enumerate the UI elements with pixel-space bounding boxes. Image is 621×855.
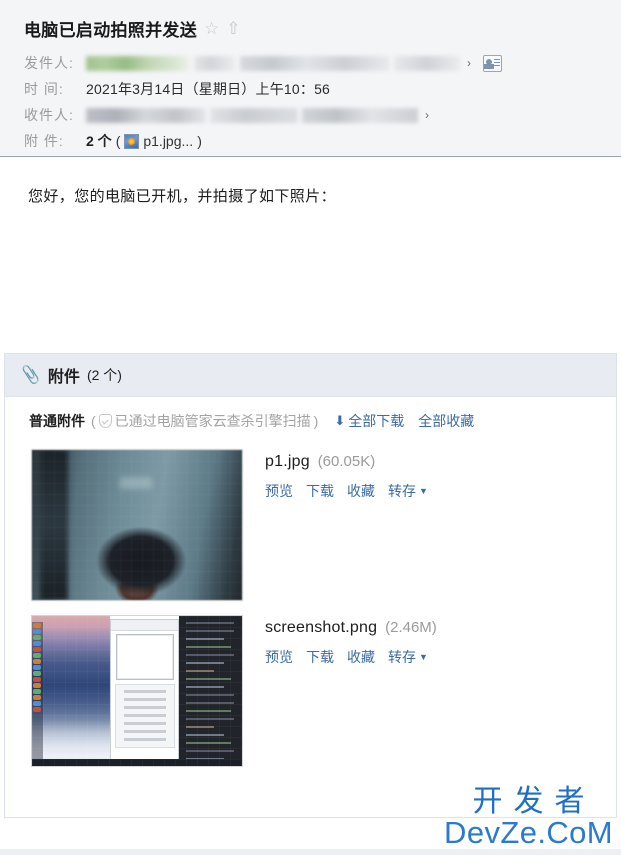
paren-open: (	[115, 133, 121, 149]
scan-paren-close: )	[313, 413, 319, 429]
attachment-group-label: 普通附件	[29, 413, 85, 429]
sender-expand-icon[interactable]: ›	[467, 56, 471, 70]
time-value: 2021年3月14日（星期日）上午10：56	[86, 81, 331, 97]
download-arrow-icon: ⬇	[334, 413, 346, 428]
attachment-thumbnail-screenshot[interactable]	[31, 615, 243, 767]
download-button[interactable]: 下载	[306, 647, 334, 667]
shield-icon	[98, 414, 112, 428]
paperclip-icon: 📎	[19, 365, 42, 386]
attachment-meta: screenshot.png (2.46M) 预览 下载 收藏 转存 ▼	[265, 615, 437, 767]
attachment-label: 附 件:	[24, 133, 64, 149]
attachments-panel-title: 附件	[47, 369, 80, 386]
thumbnail-taskbar	[32, 758, 242, 766]
preview-button[interactable]: 预览	[265, 481, 293, 501]
bottom-strip	[0, 849, 621, 855]
scan-note: ( 已通过电脑管家云查杀引擎扫描 )	[91, 411, 318, 431]
attachment-filesize: (60.05K)	[317, 453, 376, 470]
save-to-button[interactable]: 转存	[388, 481, 416, 501]
redacted-recipient-two	[210, 107, 298, 123]
recipient-value[interactable]: ›	[86, 107, 429, 123]
favorite-button[interactable]: 收藏	[347, 481, 375, 501]
subject-row: 电脑已启动拍照并发送 ☆ ⇧	[24, 16, 621, 41]
page-title: 电脑已启动拍照并发送	[24, 21, 197, 40]
redacted-recipient-three	[302, 107, 418, 123]
caret-down-icon[interactable]: ▼	[419, 486, 428, 496]
thumbnail-dock	[32, 622, 43, 760]
mail-body: 您好，您的电脑已开机，并拍摄了如下照片：	[0, 157, 621, 353]
attachment-thumbnail-photo[interactable]	[31, 449, 243, 601]
download-all-button[interactable]: 全部下载	[348, 411, 404, 431]
attachments-subbar: 普通附件 ( 已通过电脑管家云查杀引擎扫描 ) ⬇ 全部下载 全部收藏	[5, 397, 616, 441]
attachment-filename-row: p1.jpg (60.05K)	[265, 453, 428, 471]
bulk-actions: ⬇ 全部下载 全部收藏	[334, 411, 474, 431]
caret-down-icon[interactable]: ▼	[419, 652, 428, 662]
thumbnail-terminal	[179, 616, 242, 766]
time-label: 时 间:	[24, 81, 64, 97]
attachment-filename: p1.jpg	[265, 453, 310, 470]
attachment-summary-row: 附 件: 2 个 ( p1.jpg... )	[24, 128, 621, 154]
image-file-icon	[124, 133, 140, 149]
redacted-sender-name	[86, 55, 190, 71]
redacted-sender-part	[194, 55, 236, 71]
download-button[interactable]: 下载	[306, 481, 334, 501]
preview-button[interactable]: 预览	[265, 647, 293, 667]
scan-paren-open: (	[91, 413, 96, 429]
favorite-button[interactable]: 收藏	[347, 647, 375, 667]
attachment-summary-value: 2 个 ( p1.jpg... )	[86, 131, 202, 151]
attachment-meta: p1.jpg (60.05K) 预览 下载 收藏 转存 ▼	[265, 449, 428, 601]
star-icon[interactable]: ☆	[204, 20, 219, 37]
watermark-en: DevZe.CoM	[444, 815, 613, 851]
contact-card-icon[interactable]	[483, 54, 502, 72]
mail-header: 电脑已启动拍照并发送 ☆ ⇧ 发件人: › 时 间: 2021年3月14日（星期…	[0, 0, 621, 157]
time-row: 时 间: 2021年3月14日（星期日）上午10：56	[24, 76, 621, 102]
recipient-row: 收件人: ›	[24, 102, 621, 128]
recipient-expand-icon[interactable]: ›	[425, 108, 429, 122]
redacted-recipient-one	[86, 107, 206, 123]
attachment-item: screenshot.png (2.46M) 预览 下载 收藏 转存 ▼	[5, 601, 616, 767]
attachment-first-file[interactable]: p1.jpg...	[143, 133, 193, 149]
thumbnail-app-window	[109, 619, 179, 762]
attachments-panel: 📎 附件 (2 个) 普通附件 ( 已通过电脑管家云查杀引擎扫描 ) ⬇ 全部下…	[4, 353, 617, 818]
thumbnail-wallpaper	[32, 616, 110, 766]
recipient-label: 收件人:	[24, 107, 74, 123]
attachment-filesize: (2.46M)	[385, 619, 437, 636]
attachments-panel-header: 📎 附件 (2 个)	[5, 354, 616, 397]
attachment-count: 2 个	[86, 133, 112, 149]
favorite-all-button[interactable]: 全部收藏	[418, 411, 474, 431]
attachment-actions: 预览 下载 收藏 转存 ▼	[265, 481, 428, 501]
sender-value[interactable]: ›	[86, 55, 471, 71]
attachment-item: p1.jpg (60.05K) 预览 下载 收藏 转存 ▼	[5, 441, 616, 601]
redacted-sender-tail	[394, 55, 460, 71]
up-arrow-icon[interactable]: ⇧	[226, 20, 240, 37]
attachment-filename: screenshot.png	[265, 619, 378, 636]
attachment-filename-row: screenshot.png (2.46M)	[265, 619, 437, 637]
paren-close: )	[197, 133, 202, 149]
sender-row: 发件人: ›	[24, 50, 621, 76]
thumbnail-pixelation-overlay	[32, 450, 242, 600]
scan-note-text: 已通过电脑管家云查杀引擎扫描	[114, 413, 311, 429]
attachments-panel-count: (2 个)	[86, 367, 122, 383]
save-to-button[interactable]: 转存	[388, 647, 416, 667]
body-text: 您好，您的电脑已开机，并拍摄了如下照片：	[28, 188, 337, 205]
sender-label: 发件人:	[24, 55, 74, 71]
redacted-sender-address	[240, 55, 390, 71]
attachment-actions: 预览 下载 收藏 转存 ▼	[265, 647, 437, 667]
